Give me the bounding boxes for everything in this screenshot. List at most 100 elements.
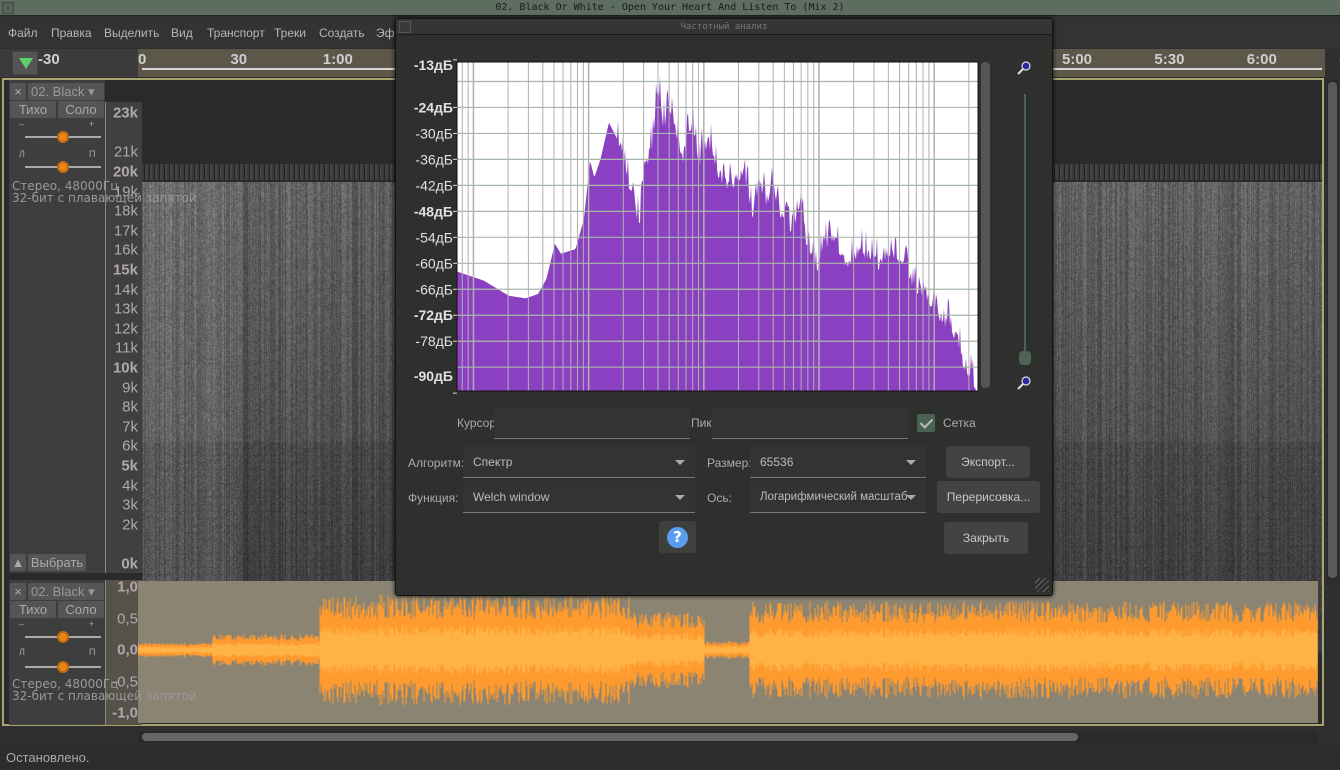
pan-slider-knob[interactable] bbox=[57, 161, 69, 173]
y-tick-label: -66дБ bbox=[415, 281, 453, 297]
frequency-tick-label: 5k bbox=[121, 457, 138, 475]
menu-tracks[interactable]: Треки bbox=[274, 26, 306, 40]
spectrum-plot[interactable]: -13дБ -24дБ -30дБ -36дБ -42дБ -48дБ -54дБ -60дБ… bbox=[396, 36, 996, 396]
help-icon: ? bbox=[667, 527, 688, 548]
amplitude-tick-label: 0,0 bbox=[117, 641, 138, 659]
export-button[interactable]: Экспорт... bbox=[946, 446, 1030, 478]
gain-slider[interactable] bbox=[25, 631, 101, 643]
zoom-out-icon[interactable] bbox=[1017, 376, 1031, 390]
gain-minus-label: – bbox=[19, 619, 25, 629]
algorithm-select[interactable]: Спектр bbox=[463, 446, 695, 478]
axis-select[interactable]: Логарифмический масштаб bbox=[750, 481, 926, 513]
window-title: 02. Black Or White - Open Your Heart And… bbox=[495, 2, 845, 13]
track-bit-depth: 32-бит с плавающей запятой bbox=[12, 191, 197, 205]
cursor-label: Курсор: bbox=[457, 416, 500, 430]
algorithm-label: Алгоритм: bbox=[408, 456, 465, 470]
frequency-tick-label: 6k bbox=[122, 437, 138, 455]
gain-plus-label: + bbox=[89, 119, 95, 129]
ruler-tick-label: 0 bbox=[138, 51, 147, 68]
mute-button[interactable]: Тихо bbox=[10, 101, 56, 118]
zoom-in-icon[interactable] bbox=[1017, 61, 1031, 75]
track-format-info: Стерео, 48000Гц 32-бит с плавающей запято… bbox=[12, 678, 197, 702]
frequency-tick-label: 10k bbox=[112, 359, 138, 377]
size-select[interactable]: 65536 bbox=[750, 446, 926, 478]
ruler-tick-label: 5:00 bbox=[1062, 51, 1093, 68]
size-label: Размер: bbox=[707, 456, 752, 470]
window-menu-icon[interactable] bbox=[2, 2, 14, 14]
x-tick-label: 100,00Гц bbox=[674, 395, 734, 396]
frequency-tick-label: 4k bbox=[122, 477, 138, 495]
solo-button[interactable]: Соло bbox=[58, 101, 104, 118]
scrollbar-thumb[interactable] bbox=[1328, 82, 1337, 578]
amplitude-ruler: 1,0 0,5 0,0 -0,5 -1,0 bbox=[105, 578, 142, 725]
spectrum-plot-area: -13дБ -24дБ -30дБ -36дБ -42дБ -48дБ -54дБ -60дБ… bbox=[396, 36, 1052, 396]
dialog-title: Частотный анализ bbox=[680, 22, 768, 32]
y-tick-label: -13дБ bbox=[414, 57, 453, 73]
frequency-tick-label: 8k bbox=[122, 398, 138, 416]
function-select[interactable]: Welch window bbox=[463, 481, 695, 513]
track-format-info: Стерео, 48000Гц 32-бит с плавающей запято… bbox=[12, 180, 197, 204]
frequency-tick-label: 20k bbox=[112, 163, 138, 181]
cursor-field[interactable] bbox=[494, 407, 690, 439]
frequency-tick-label: 17k bbox=[113, 222, 138, 240]
menu-edit[interactable]: Правка bbox=[51, 26, 92, 40]
amplitude-tick-label: 0,5 bbox=[117, 610, 138, 627]
menu-file[interactable]: Файл bbox=[8, 26, 38, 40]
vertical-scrollbar[interactable] bbox=[1327, 80, 1338, 580]
pan-left-label: Л bbox=[19, 647, 25, 657]
status-bar: Остановлено. bbox=[0, 746, 1340, 768]
pan-slider-knob[interactable] bbox=[57, 661, 69, 673]
frequency-tick-label: 0k bbox=[121, 555, 138, 573]
y-tick-label: -24дБ bbox=[414, 99, 453, 115]
help-button[interactable]: ? bbox=[659, 521, 696, 553]
horizontal-scrollbar[interactable] bbox=[138, 731, 1318, 743]
chevron-down-icon bbox=[906, 460, 916, 465]
y-tick-label: -42дБ bbox=[415, 177, 453, 193]
gain-slider-knob[interactable] bbox=[57, 131, 69, 143]
close-track-icon[interactable]: × bbox=[10, 83, 26, 100]
peak-field[interactable] bbox=[712, 407, 908, 439]
frequency-tick-label: 7k bbox=[122, 418, 138, 436]
y-tick-label: -54дБ bbox=[415, 229, 453, 245]
dialog-menu-icon[interactable] bbox=[399, 21, 411, 33]
ruler-tick-label: 5:30 bbox=[1154, 51, 1185, 68]
x-tick-label: 1000,00Гц bbox=[785, 395, 853, 396]
track-menu-button[interactable]: 02. Black ▾ bbox=[28, 583, 104, 600]
solo-button[interactable]: Соло bbox=[58, 601, 104, 618]
menu-view[interactable]: Вид bbox=[171, 26, 193, 40]
resize-grip-icon[interactable] bbox=[1035, 578, 1049, 592]
pan-slider[interactable] bbox=[25, 661, 101, 673]
frequency-tick-label: 13k bbox=[113, 300, 138, 318]
gain-slider-knob[interactable] bbox=[57, 631, 69, 643]
close-button[interactable]: Закрыть bbox=[944, 522, 1028, 554]
track-menu-button[interactable]: 02. Black ▾ bbox=[28, 83, 104, 100]
frequency-tick-label: 2k bbox=[122, 516, 138, 534]
plot-vertical-scrollbar[interactable] bbox=[981, 62, 990, 388]
pan-slider[interactable] bbox=[25, 161, 101, 173]
mute-button[interactable]: Тихо bbox=[10, 601, 56, 618]
collapse-track-icon[interactable]: ▲ bbox=[10, 554, 26, 571]
ruler-tick-label: 30 bbox=[230, 51, 248, 68]
axis-value: Логарифмический масштаб bbox=[760, 491, 908, 503]
menu-transport[interactable]: Транспорт bbox=[207, 26, 265, 40]
waveform-rms bbox=[138, 625, 1318, 675]
frequency-tick-label: 23k bbox=[112, 104, 138, 122]
pan-left-label: Л bbox=[19, 149, 25, 159]
play-head-button[interactable] bbox=[12, 51, 38, 75]
menu-generate[interactable]: Создать bbox=[319, 26, 365, 40]
track-bit-depth: 32-бит с плавающей запятой bbox=[12, 689, 197, 703]
waveform-view[interactable] bbox=[138, 581, 1318, 723]
function-value: Welch window bbox=[473, 490, 550, 504]
chevron-down-icon bbox=[675, 495, 685, 500]
scrollbar-thumb[interactable] bbox=[142, 733, 1078, 741]
zoom-slider-knob[interactable] bbox=[1019, 351, 1031, 365]
grid-checkbox[interactable] bbox=[917, 414, 935, 432]
replot-button[interactable]: Перерисовка... bbox=[937, 481, 1040, 513]
menu-select[interactable]: Выделить bbox=[104, 26, 159, 40]
amplitude-tick-label: 1,0 bbox=[117, 578, 138, 596]
zoom-slider[interactable] bbox=[1024, 94, 1026, 364]
gain-slider[interactable] bbox=[25, 131, 101, 143]
close-track-icon[interactable]: × bbox=[10, 583, 26, 600]
dialog-titlebar[interactable]: Частотный анализ bbox=[396, 19, 1052, 35]
select-track-button[interactable]: Выбрать bbox=[28, 554, 86, 571]
